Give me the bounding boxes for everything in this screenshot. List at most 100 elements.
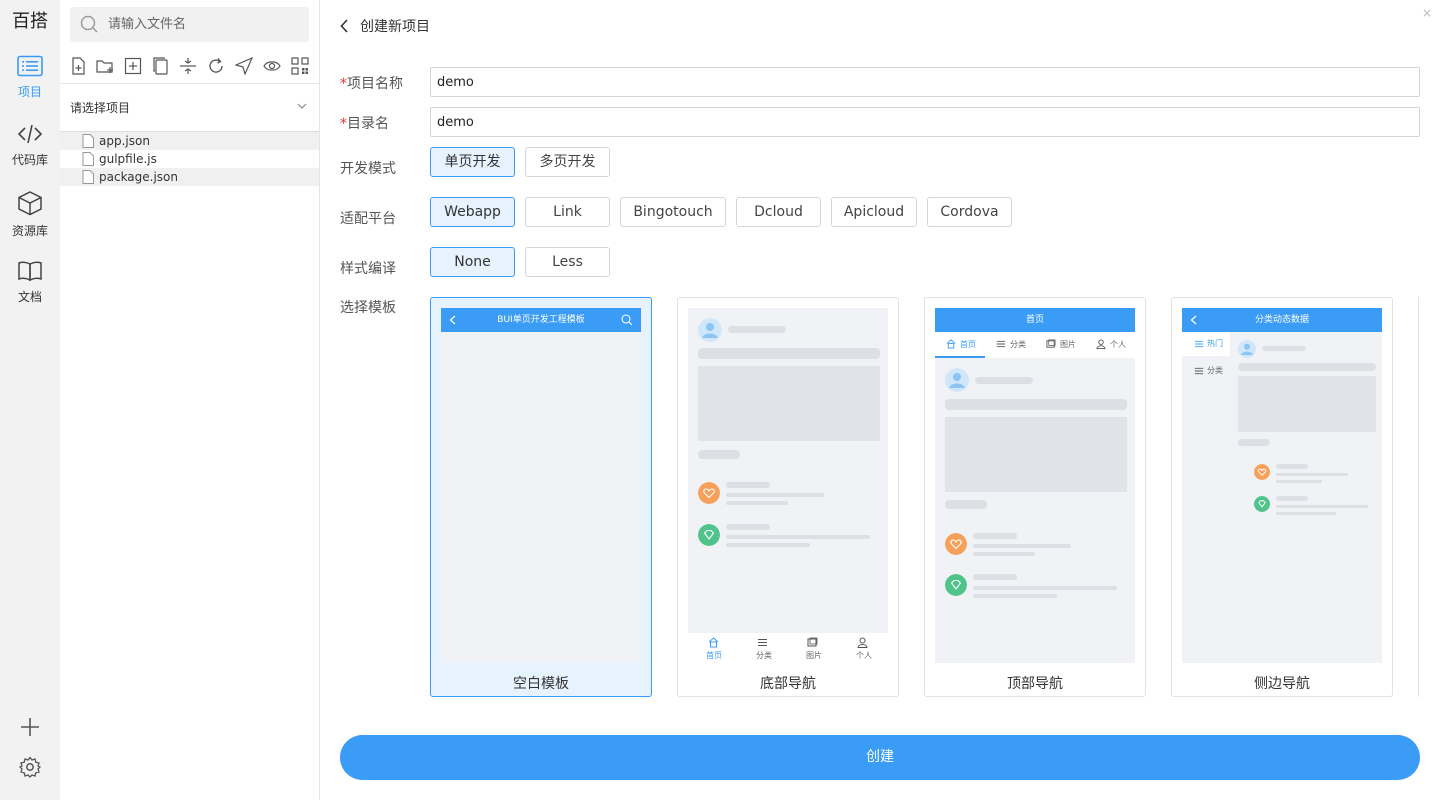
new-folder-icon[interactable]: [96, 57, 114, 75]
file-panel: 请选择项目 app.json gulpfile.js package.json: [60, 0, 320, 800]
dev-mode-single-option[interactable]: 单页开发: [430, 147, 515, 177]
template-preview: 首页 首页 分类 图片 个人: [935, 308, 1135, 663]
search-icon: [621, 314, 633, 326]
file-search-input[interactable]: [108, 7, 303, 42]
dev-mode-multi-option[interactable]: 多页开发: [525, 147, 610, 177]
brand-logo: 百搭: [12, 11, 48, 32]
platform-dcloud-option[interactable]: Dcloud: [736, 197, 821, 227]
placeholder-block: [1238, 376, 1376, 432]
tree-item[interactable]: gulpfile.js: [60, 150, 319, 168]
heart-icon: [945, 533, 967, 555]
tree-item-label: package.json: [99, 170, 179, 184]
top-tabbar: 首页 分类 图片 个人: [935, 332, 1135, 358]
tree-item-label: gulpfile.js: [99, 152, 157, 166]
gear-icon: [19, 756, 41, 778]
avatar-icon: [698, 318, 722, 342]
image-icon: [807, 637, 818, 647]
project-name-input[interactable]: [430, 67, 1420, 97]
placeholder-bar: [1276, 512, 1336, 515]
collapse-icon[interactable]: [179, 57, 197, 75]
copy-icon[interactable]: [152, 57, 170, 75]
preview-header: 分类动态数据: [1182, 308, 1382, 332]
placeholder-bar: [1276, 480, 1322, 483]
create-project-panel: 创建新项目 × *项目名称 *目录名 开发模式 单页开发 多页开发 适配平台 W…: [320, 0, 1440, 800]
project-name-label-text: 项目名称: [347, 76, 403, 92]
plus-icon: [21, 718, 39, 736]
placeholder-bar: [973, 544, 1071, 548]
chevron-down-icon: [297, 103, 307, 109]
menu-icon: [996, 340, 1006, 348]
project-select[interactable]: 请选择项目: [60, 96, 319, 118]
side-nav-label: 热门: [1207, 339, 1223, 348]
file-tree: app.json gulpfile.js package.json: [60, 131, 319, 186]
new-file-icon[interactable]: [69, 57, 87, 75]
platform-cordova-option[interactable]: Cordova: [927, 197, 1012, 227]
close-icon[interactable]: ×: [1422, 6, 1432, 20]
code-icon: [17, 124, 43, 144]
rail-item-project[interactable]: 项目: [0, 55, 60, 100]
tab-label: 分类: [1010, 340, 1026, 349]
tree-item[interactable]: package.json: [60, 168, 319, 186]
eye-icon[interactable]: [263, 57, 281, 75]
active-tab-indicator: [935, 356, 985, 358]
chevron-left-icon: [340, 19, 348, 33]
placeholder-bar: [698, 450, 740, 459]
side-nav-item-active: 热门: [1182, 332, 1230, 356]
tab-label: 分类: [756, 651, 772, 660]
add-box-icon[interactable]: [124, 57, 142, 75]
project-select-label: 请选择项目: [70, 101, 131, 115]
placeholder-bar: [726, 543, 810, 547]
user-icon: [1096, 339, 1106, 349]
tab-label: 个人: [1110, 340, 1126, 349]
chevron-left-icon: [449, 315, 456, 325]
page-title: 创建新项目: [360, 19, 430, 35]
refresh-icon[interactable]: [207, 57, 225, 75]
file-toolbar: [60, 50, 319, 84]
dir-name-input[interactable]: [430, 107, 1420, 137]
template-caption: 底部导航: [760, 676, 816, 692]
menu-icon: [758, 639, 767, 646]
placeholder-bar: [726, 493, 824, 497]
create-button[interactable]: 创建: [340, 735, 1420, 780]
preview-header: BUI单页开发工程模板: [441, 308, 641, 332]
template-preview: BUI单页开发工程模板: [441, 308, 641, 663]
icon-rail: 百搭 项目 代码库 资源库 文档: [0, 0, 60, 800]
platform-bingotouch-option[interactable]: Bingotouch: [620, 197, 726, 227]
template-card-side-nav[interactable]: 分类动态数据 热门 分类 侧边导航: [1171, 297, 1393, 697]
template-card-bottom-nav[interactable]: 首页 分类 图片 个人 底部导航: [677, 297, 899, 697]
platform-webapp-option[interactable]: Webapp: [430, 197, 515, 227]
home-icon: [946, 339, 956, 349]
template-card-blank[interactable]: BUI单页开发工程模板 空白模板: [430, 297, 652, 697]
platform-link-option[interactable]: Link: [525, 197, 610, 227]
bottom-tabbar: 首页 分类 图片 个人: [688, 633, 888, 663]
tab-label: 图片: [806, 651, 822, 660]
placeholder-bar: [726, 535, 870, 539]
template-card-top-nav[interactable]: 首页 首页 分类 图片 个人 顶部导航: [924, 297, 1146, 697]
user-icon: [857, 637, 868, 648]
placeholder-bar: [973, 552, 1035, 556]
placeholder-bar: [1262, 346, 1306, 351]
placeholder-bar: [1276, 473, 1348, 476]
send-icon[interactable]: [235, 57, 253, 75]
placeholder-bar: [975, 377, 1033, 384]
add-button[interactable]: [0, 716, 60, 738]
settings-button[interactable]: [0, 756, 60, 778]
style-none-option[interactable]: None: [430, 247, 515, 277]
platform-apicloud-option[interactable]: Apicloud: [831, 197, 917, 227]
rail-item-code[interactable]: 代码库: [0, 123, 60, 168]
style-label: 样式编译: [340, 261, 396, 277]
placeholder-bar: [1238, 363, 1376, 371]
placeholder-bar: [726, 501, 788, 505]
rail-label-project: 项目: [17, 85, 42, 99]
app-window: 百搭 项目 代码库 资源库 文档 请输入文件名 请选择项目 app.json g…: [0, 0, 1440, 800]
rail-item-resources[interactable]: 资源库: [0, 190, 60, 239]
qrcode-icon[interactable]: [291, 57, 309, 75]
template-caption: 顶部导航: [1007, 676, 1063, 692]
placeholder-bar: [945, 500, 987, 509]
style-less-option[interactable]: Less: [525, 247, 610, 277]
template-label: 选择模板: [340, 300, 396, 316]
side-nav-label: 分类: [1207, 366, 1223, 375]
dir-name-label-text: 目录名: [347, 116, 389, 132]
rail-item-docs[interactable]: 文档: [0, 260, 60, 305]
tree-item[interactable]: app.json: [60, 132, 319, 150]
